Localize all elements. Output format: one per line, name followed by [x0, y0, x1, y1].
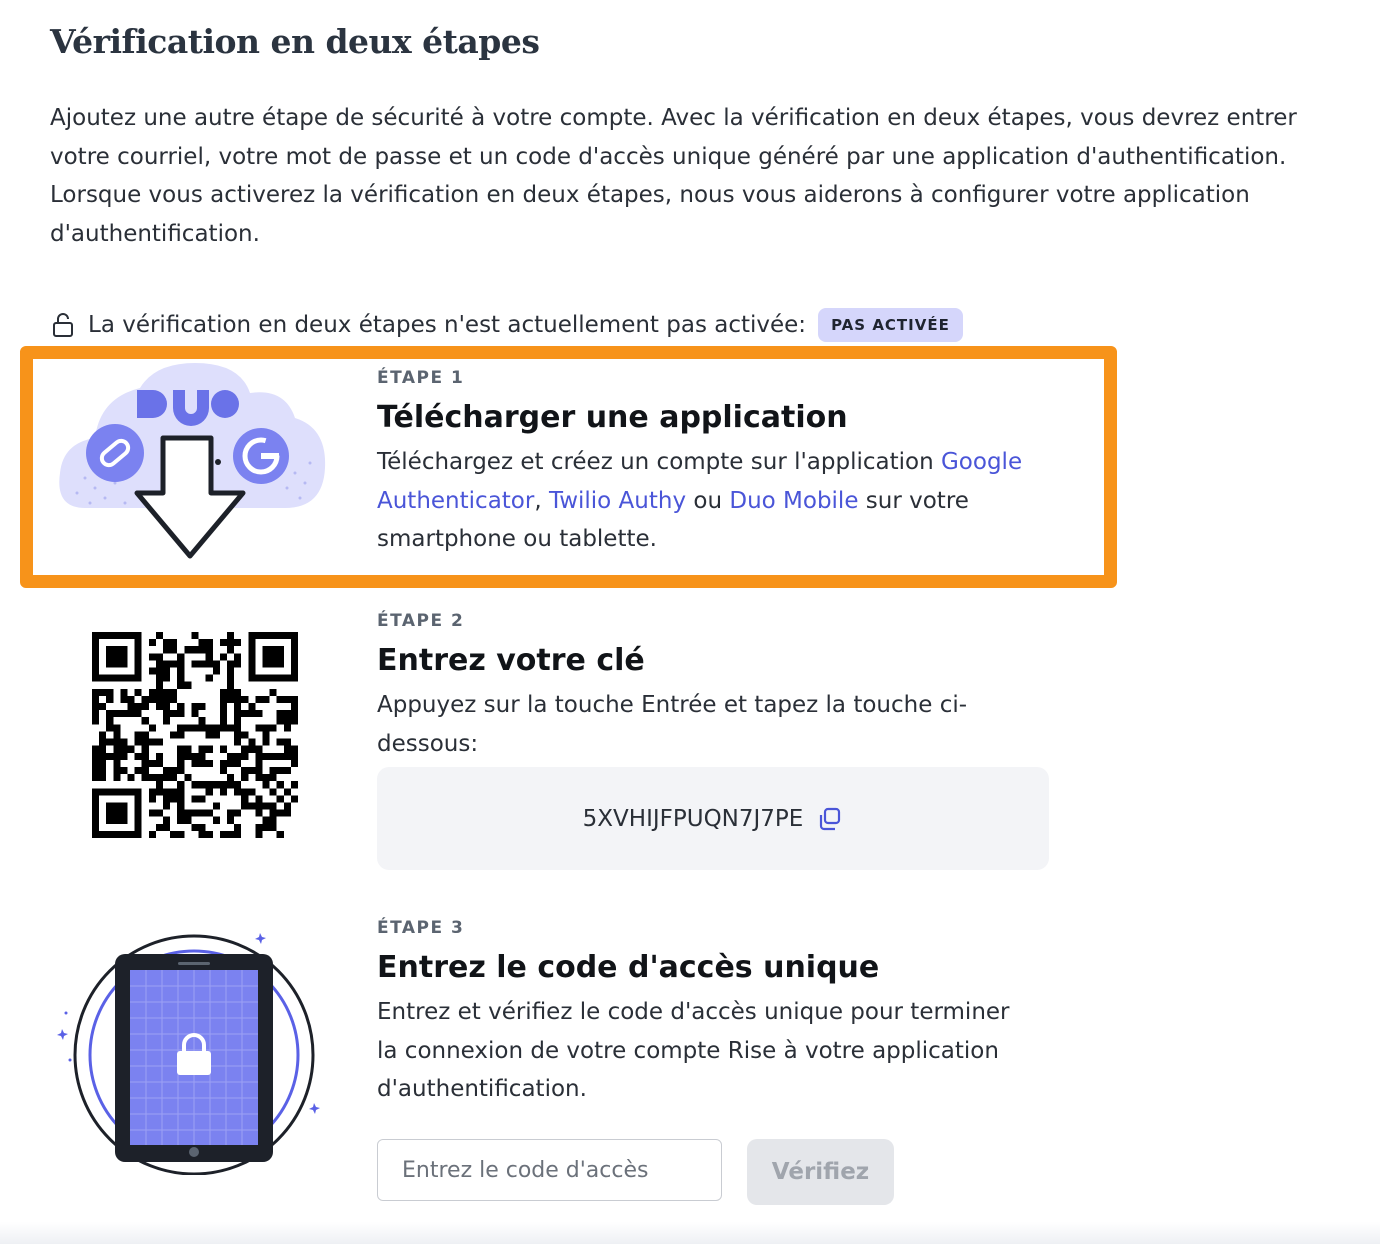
step1-description: Téléchargez et créez un compte sur l'app…	[377, 443, 1057, 559]
step2-label: ÉTAPE 2	[377, 611, 465, 631]
secret-key[interactable]: 5XVHIJFPUQN7J7PE	[583, 806, 804, 832]
step1: ÉTAPE 1 Télécharger une application Télé…	[377, 368, 1057, 559]
secret-key-box: 5XVHIJFPUQN7J7PE	[377, 767, 1049, 870]
step3-title: Entrez le code d'accès unique	[377, 950, 880, 985]
authy-logo-icon	[86, 424, 144, 482]
status-text: La vérification en deux étapes n'est act…	[88, 312, 807, 338]
step1-text-1: Téléchargez et créez un compte sur l'app…	[377, 449, 941, 475]
step3-label: ÉTAPE 3	[377, 918, 465, 938]
copy-icon[interactable]	[817, 806, 843, 832]
qr-code	[92, 632, 298, 838]
status-badge: PAS ACTIVÉE	[818, 308, 963, 342]
download-app-illustration	[59, 363, 326, 559]
twilio-authy-link[interactable]: Twilio Authy	[549, 488, 686, 514]
unlocked-padlock-icon	[53, 313, 73, 337]
step2-description: Appuyez sur la touche Entrée et tapez la…	[377, 692, 968, 757]
verify-button[interactable]: Vérifiez	[747, 1139, 894, 1205]
bottom-edge-shadow	[0, 1222, 1380, 1244]
intro-text: Ajoutez une autre étape de sécurité à vo…	[50, 105, 1297, 247]
google-authenticator-logo-icon	[233, 428, 289, 484]
step1-text-3: ou	[686, 487, 730, 514]
step2: ÉTAPE 2 Entrez votre clé Appuyez sur la …	[377, 611, 997, 763]
step1-title: Télécharger une application	[377, 400, 848, 435]
access-code-input[interactable]	[377, 1139, 722, 1201]
step3: ÉTAPE 3 Entrez le code d'accès unique En…	[377, 918, 1037, 1109]
step1-text-2: ,	[534, 487, 549, 514]
page-title: Vérification en deux étapes	[50, 22, 540, 61]
status-row: La vérification en deux étapes n'est act…	[50, 306, 963, 344]
duo-mobile-link[interactable]: Duo Mobile	[729, 488, 858, 514]
step2-title: Entrez votre clé	[377, 643, 645, 678]
tablet-lock-illustration	[57, 933, 320, 1175]
step3-description: Entrez et vérifiez le code d'accès uniqu…	[377, 999, 1010, 1102]
step1-label: ÉTAPE 1	[377, 368, 465, 388]
